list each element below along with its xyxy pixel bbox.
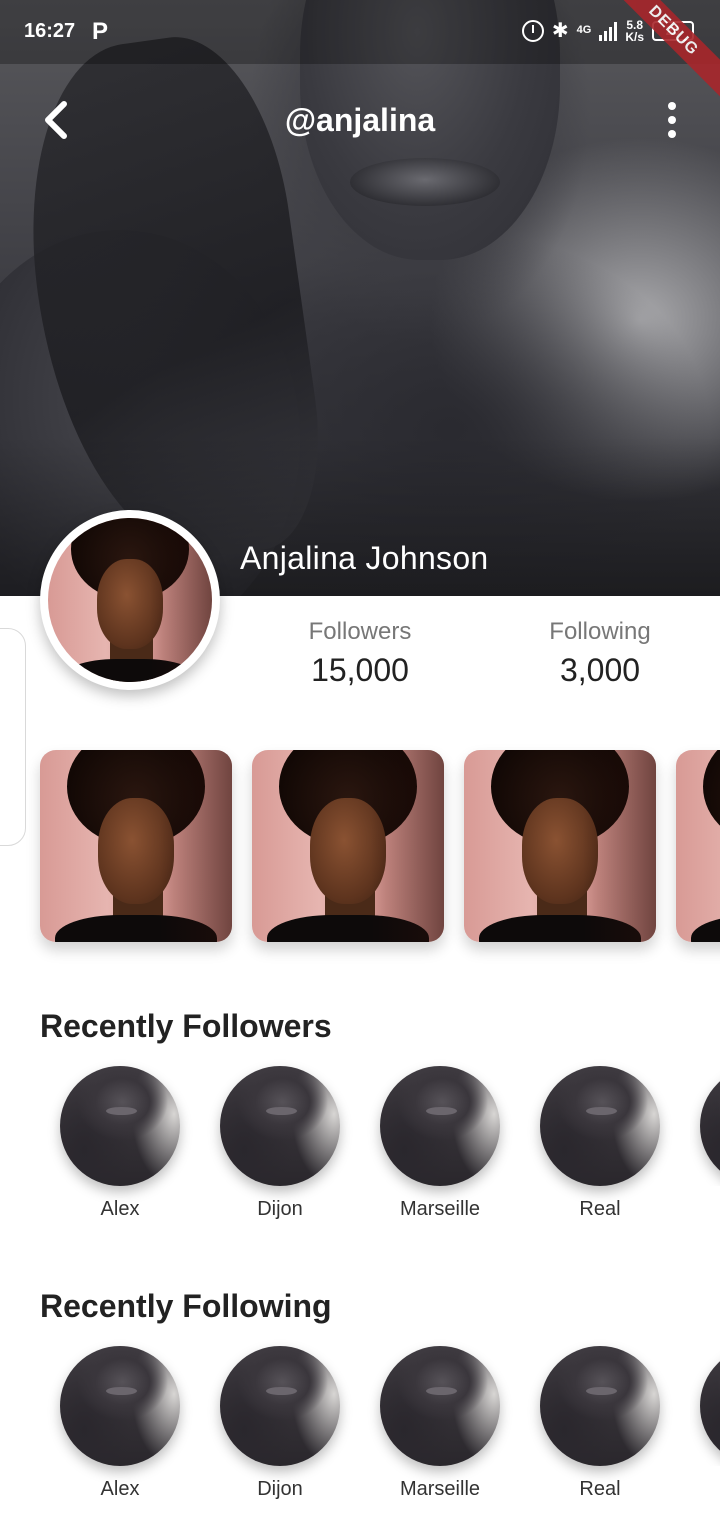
following-stat[interactable]: Following 3,000	[500, 618, 700, 689]
follower-item[interactable]: Alex	[50, 1066, 190, 1221]
avatar	[60, 1066, 180, 1186]
avatar	[220, 1066, 340, 1186]
more-vertical-icon-dot	[668, 130, 676, 138]
following-name: Marseille	[399, 1478, 481, 1500]
followers-count: 15,000	[311, 652, 409, 688]
more-vertical-icon-dot	[668, 116, 676, 124]
follower-name: Real	[579, 1198, 621, 1220]
profile-avatar[interactable]	[40, 510, 220, 690]
follower-item[interactable]: Real	[530, 1066, 670, 1221]
following-item[interactable]: Marseille	[370, 1346, 510, 1501]
gallery-photo[interactable]	[464, 750, 656, 942]
side-drawer-handle[interactable]	[0, 628, 26, 846]
following-name: Alex	[100, 1478, 140, 1500]
following-item[interactable]: Real	[530, 1346, 670, 1501]
followers-stat[interactable]: Followers 15,000	[260, 618, 460, 689]
avatar	[60, 1346, 180, 1466]
app-notification-icon: P	[92, 18, 109, 45]
more-vertical-icon-dot	[668, 102, 676, 110]
avatar-photo	[48, 518, 212, 682]
avatar	[220, 1346, 340, 1466]
network-speed: 5.8 K/s	[625, 19, 644, 43]
speed-unit: K/s	[625, 29, 644, 44]
follower-item-partial[interactable]	[690, 1066, 720, 1186]
follower-item[interactable]: Marseille	[370, 1066, 510, 1221]
avatar	[540, 1066, 660, 1186]
gallery-photo[interactable]	[252, 750, 444, 942]
avatar	[700, 1066, 720, 1186]
following-item[interactable]: Alex	[50, 1346, 190, 1501]
follower-name: Alex	[100, 1198, 140, 1220]
status-bar: 16:27 P ✱ 4G 5.8 K/s 20	[0, 0, 720, 64]
followers-label: Followers	[308, 618, 412, 645]
avatar	[380, 1346, 500, 1466]
signal-icon	[599, 21, 618, 41]
avatar	[700, 1346, 720, 1466]
network-type: 4G	[576, 24, 592, 36]
more-options-button[interactable]	[660, 102, 684, 138]
follower-name: Dijon	[257, 1198, 303, 1220]
recent-followers-title: Recently Followers	[40, 1008, 332, 1044]
following-label: Following	[549, 618, 651, 645]
avatar	[540, 1346, 660, 1466]
following-item-partial[interactable]	[690, 1346, 720, 1466]
gallery-photo[interactable]	[676, 750, 720, 942]
follower-name: Marseille	[399, 1198, 481, 1220]
following-name: Real	[579, 1478, 621, 1500]
recent-following-title: Recently Following	[40, 1288, 332, 1324]
profile-name: Anjalina Johnson	[240, 540, 489, 576]
alarm-icon	[521, 19, 544, 42]
gallery-photo[interactable]	[40, 750, 232, 942]
follower-item[interactable]: Dijon	[210, 1066, 350, 1221]
status-time: 16:27	[24, 20, 76, 42]
avatar	[380, 1066, 500, 1186]
bluetooth-icon: ✱	[551, 20, 569, 42]
following-name: Dijon	[257, 1478, 303, 1500]
profile-cover-photo	[0, 0, 720, 596]
page-title: @anjalina	[284, 102, 436, 138]
following-item[interactable]: Dijon	[210, 1346, 350, 1501]
following-count: 3,000	[559, 652, 641, 688]
cover-lips	[350, 158, 500, 206]
